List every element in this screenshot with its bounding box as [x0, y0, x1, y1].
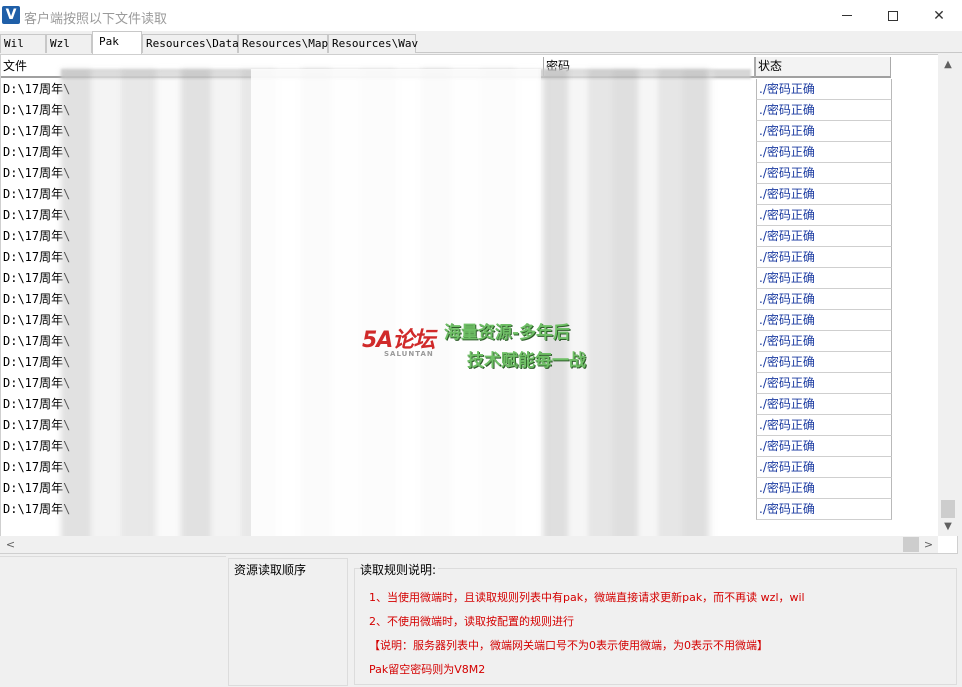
status-cell: ./密码正确: [756, 226, 892, 247]
watermark-slogan-2: 技术赋能每一战: [467, 351, 586, 371]
status-cell: ./密码正确: [756, 205, 892, 226]
status-cell: ./密码正确: [756, 247, 892, 268]
status-cell: ./密码正确: [756, 268, 892, 289]
rules-title: 读取规则说明:: [360, 561, 439, 578]
status-cell: ./密码正确: [756, 184, 892, 205]
minimize-button[interactable]: [824, 0, 870, 31]
column-header-status[interactable]: 状态: [755, 57, 891, 78]
tab-wzl[interactable]: Wzl: [46, 34, 92, 53]
status-cell: ./密码正确: [756, 415, 892, 436]
file-grid[interactable]: 文件 密码 状态 D:\17周年\ ./密码正确 D:\17周年\ ./密码正确 D:\…: [0, 54, 958, 554]
status-cell: ./密码正确: [756, 352, 892, 373]
bottom-left-panel: [0, 556, 226, 687]
rule-line-3: 【说明：服务器列表中，微端网关端口号不为0表示使用微端，为0表示不用微端】: [369, 639, 768, 652]
app-icon: V: [2, 6, 20, 24]
status-cell: ./密码正确: [756, 457, 892, 478]
horizontal-scroll-thumb[interactable]: [903, 537, 919, 552]
horizontal-scrollbar[interactable]: < >: [0, 536, 938, 553]
tab-pak[interactable]: Pak: [92, 31, 142, 54]
status-cell: ./密码正确: [756, 436, 892, 457]
status-cell: ./密码正确: [756, 331, 892, 352]
status-cell: ./密码正确: [756, 373, 892, 394]
status-cell: ./密码正确: [756, 121, 892, 142]
status-cell: ./密码正确: [756, 289, 892, 310]
maximize-icon: [888, 10, 898, 21]
close-icon: ✕: [933, 7, 945, 24]
window-title: 客户端按照以下文件读取: [24, 12, 168, 27]
scroll-up-icon[interactable]: ▲: [938, 56, 958, 74]
scroll-right-icon[interactable]: >: [920, 536, 937, 553]
watermark: 5A论坛 SALUNTAN 海量资源-多年后 技术赋能每一战: [362, 306, 612, 382]
vertical-scrollbar[interactable]: ▲ ▼: [938, 54, 958, 536]
scroll-left-icon[interactable]: <: [2, 536, 19, 553]
status-cell: ./密码正确: [756, 499, 892, 520]
status-cell: ./密码正确: [756, 478, 892, 499]
status-cell: ./密码正确: [756, 142, 892, 163]
status-cell: ./密码正确: [756, 163, 892, 184]
status-cell: ./密码正确: [756, 310, 892, 331]
watermark-logo-sub: SALUNTAN: [384, 350, 434, 358]
tab-resources-data[interactable]: Resources\Data: [142, 34, 239, 53]
resource-order-title: 资源读取顺序: [234, 561, 307, 578]
status-cell: ./密码正确: [756, 394, 892, 415]
minimize-icon: [842, 15, 852, 16]
vertical-scroll-thumb[interactable]: [941, 500, 955, 518]
rule-line-1: 1、当使用微端时，且读取规则列表中有pak，微端直接请求更新pak，而不再读 w…: [369, 591, 805, 604]
rule-line-4: Pak留空密码则为V8M2: [369, 663, 486, 676]
tab-resources-map[interactable]: Resources\Map: [238, 34, 328, 53]
rule-line-2: 2、不使用微端时，读取按配置的规则进行: [369, 615, 574, 628]
title-bar: V 客户端按照以下文件读取 ✕: [0, 0, 962, 31]
close-button[interactable]: ✕: [916, 0, 962, 31]
watermark-slogan-1: 海量资源-多年后: [444, 323, 571, 343]
status-cell: ./密码正确: [756, 100, 892, 121]
tab-strip: Wil Wzl Pak Resources\Data Resources\Map…: [0, 31, 962, 54]
maximize-button[interactable]: [870, 0, 916, 31]
status-cell: ./密码正确: [756, 79, 892, 100]
tab-wil[interactable]: Wil: [0, 34, 46, 53]
scroll-down-icon[interactable]: ▼: [938, 518, 958, 536]
tab-resources-wav[interactable]: Resources\Wav: [328, 34, 418, 53]
